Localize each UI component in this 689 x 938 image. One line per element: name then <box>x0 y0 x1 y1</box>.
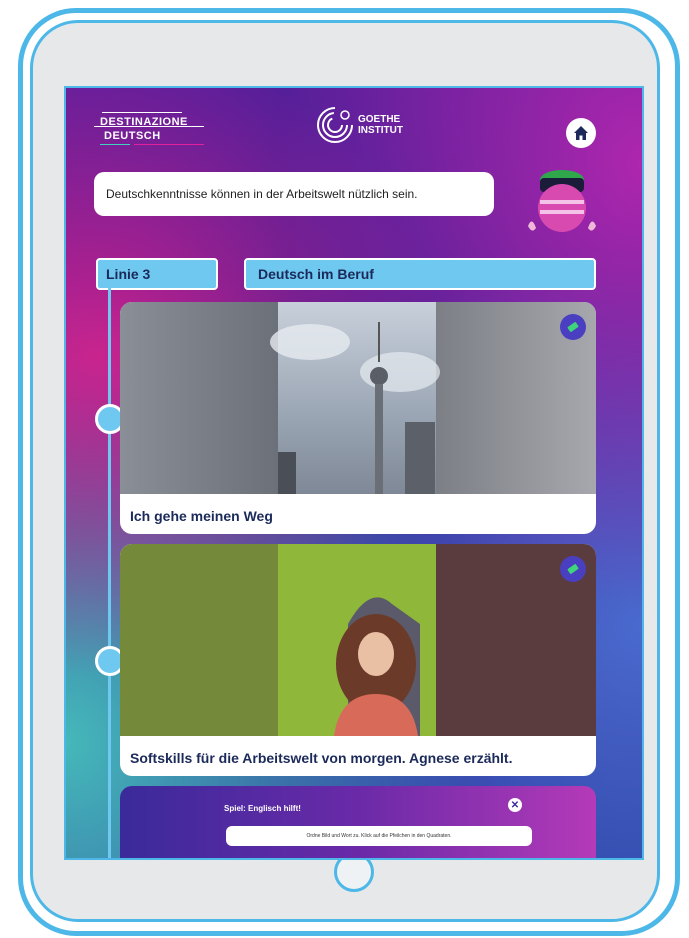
close-icon[interactable]: ✕ <box>508 798 522 812</box>
game-card-title: Spiel: Englisch hilft! <box>224 804 301 813</box>
timeline-line <box>108 284 111 858</box>
robot-mascot <box>522 158 602 248</box>
goethe-text-line2: INSTITUT <box>358 125 403 136</box>
ticket-icon <box>567 322 579 332</box>
goethe-institut-logo: GOETHE INSTITUT <box>316 106 403 144</box>
home-button[interactable] <box>566 118 596 148</box>
line-label: Linie 3 <box>96 258 218 290</box>
game-card[interactable]: Spiel: Englisch hilft! ✕ Ordne Bild und … <box>120 786 596 858</box>
ticket-icon <box>567 564 579 574</box>
logo-text-line2: DEUTSCH <box>104 130 161 142</box>
ticket-badge[interactable] <box>560 314 586 340</box>
logo-text-line1: DESTINAZIONE <box>100 116 188 128</box>
ticket-badge[interactable] <box>560 556 586 582</box>
game-instruction-text: Ordne Bild und Wort zu. Klick auf die Pf… <box>306 833 452 839</box>
game-instruction-box: Ordne Bild und Wort zu. Klick auf die Pf… <box>226 826 532 846</box>
info-text: Deutschkenntnisse können in der Arbeitsw… <box>106 187 418 201</box>
lesson-card[interactable]: Ich gehe meinen Weg <box>120 302 596 534</box>
home-icon <box>574 126 588 140</box>
card-title: Ich gehe meinen Weg <box>130 508 273 524</box>
lesson-card[interactable]: Softskills für die Arbeitswelt von morge… <box>120 544 596 776</box>
agnese-video-thumbnail <box>120 544 596 736</box>
destinazione-deutsch-logo[interactable]: DESTINAZIONE DEUTSCH <box>94 108 206 152</box>
goethe-text-line1: GOETHE <box>358 114 401 125</box>
info-text-box: Deutschkenntnisse können in der Arbeitsw… <box>94 172 494 216</box>
tv-tower-video-thumbnail <box>120 302 596 494</box>
card-title: Softskills für die Arbeitswelt von morge… <box>130 750 513 766</box>
app-screen: DESTINAZIONE DEUTSCH GOETHE INSTITUT Deu… <box>64 86 644 860</box>
goethe-swirl-icon <box>317 107 353 143</box>
section-title: Deutsch im Beruf <box>244 258 596 290</box>
